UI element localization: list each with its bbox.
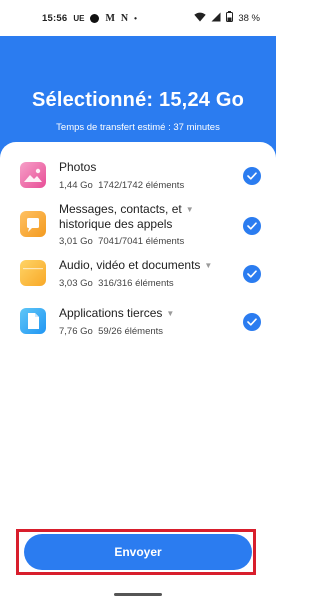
home-indicator[interactable] — [114, 593, 162, 596]
expand-caret-icon[interactable]: ▼ — [204, 258, 212, 273]
item-checkbox[interactable] — [243, 217, 261, 235]
wifi-icon — [194, 12, 207, 25]
check-icon — [247, 172, 257, 180]
item-meta: 3,01 Go 7041/7041 éléments — [59, 236, 184, 247]
item-title: Applications tierces ▼ — [59, 306, 174, 321]
photos-icon — [20, 162, 46, 188]
check-icon — [247, 222, 257, 230]
check-icon — [247, 270, 257, 278]
item-meta: 3,03 Go 316/316 éléments — [59, 278, 174, 289]
item-title-line: historique des appels — [59, 217, 173, 231]
item-checkbox[interactable] — [243, 313, 261, 331]
estimated-time-text: Temps de transfert estimé : 37 minutes — [56, 122, 220, 133]
battery-icon — [226, 11, 234, 25]
item-count: 7041/7041 éléments — [98, 236, 185, 247]
status-time: 15:56 — [42, 12, 68, 24]
item-size: 3,01 Go — [59, 236, 93, 247]
item-count: 316/316 éléments — [98, 278, 174, 289]
item-meta: 1,44 Go 1742/1742 éléments — [59, 180, 184, 191]
status-bar: 15:56 UE M N • 38 % — [0, 0, 276, 36]
list-item-photos[interactable]: Photos 1,44 Go 1742/1742 éléments — [0, 160, 276, 194]
folder-icon — [20, 260, 46, 286]
list-item-messages[interactable]: Messages, contacts, et ▼ historique des a… — [0, 202, 276, 250]
item-size: 1,44 Go — [59, 180, 93, 191]
selected-size-title: Sélectionné: 15,24 Go — [31, 89, 245, 111]
app-notification-icon: N — [120, 12, 129, 24]
notification-dot-icon — [90, 13, 100, 23]
item-title-text: Audio, vidéo et documents — [59, 258, 201, 272]
list-item-media[interactable]: Audio, vidéo et documents ▼ 3,03 Go 316/3… — [0, 258, 276, 292]
applications-icon — [20, 308, 46, 334]
check-icon — [247, 318, 257, 326]
expand-caret-icon[interactable]: ▼ — [166, 306, 174, 321]
battery-percent: 38 % — [238, 12, 260, 24]
item-title: Photos — [59, 160, 97, 174]
app-notification-icon: M — [105, 12, 115, 24]
more-notifications-icon: • — [134, 13, 137, 23]
item-meta: 7,76 Go 59/26 éléments — [59, 326, 163, 337]
send-button[interactable]: Envoyer — [24, 534, 252, 570]
item-count: 1742/1742 éléments — [98, 180, 185, 191]
item-title: Audio, vidéo et documents ▼ — [59, 258, 212, 273]
item-title-text: Applications tierces — [59, 306, 163, 320]
list-item-applications[interactable]: Applications tierces ▼ 7,76 Go 59/26 élém… — [0, 306, 276, 340]
item-count: 59/26 éléments — [98, 326, 164, 337]
carrier-label: UE — [73, 13, 85, 23]
signal-icon — [211, 12, 221, 25]
expand-caret-icon[interactable]: ▼ — [186, 202, 194, 217]
messages-icon — [20, 211, 46, 237]
item-size: 7,76 Go — [59, 326, 93, 337]
item-checkbox[interactable] — [243, 167, 261, 185]
item-title: Messages, contacts, et ▼ historique des a… — [59, 202, 194, 232]
item-checkbox[interactable] — [243, 265, 261, 283]
item-title-line: Messages, contacts, et — [59, 202, 182, 216]
item-size: 3,03 Go — [59, 278, 93, 289]
